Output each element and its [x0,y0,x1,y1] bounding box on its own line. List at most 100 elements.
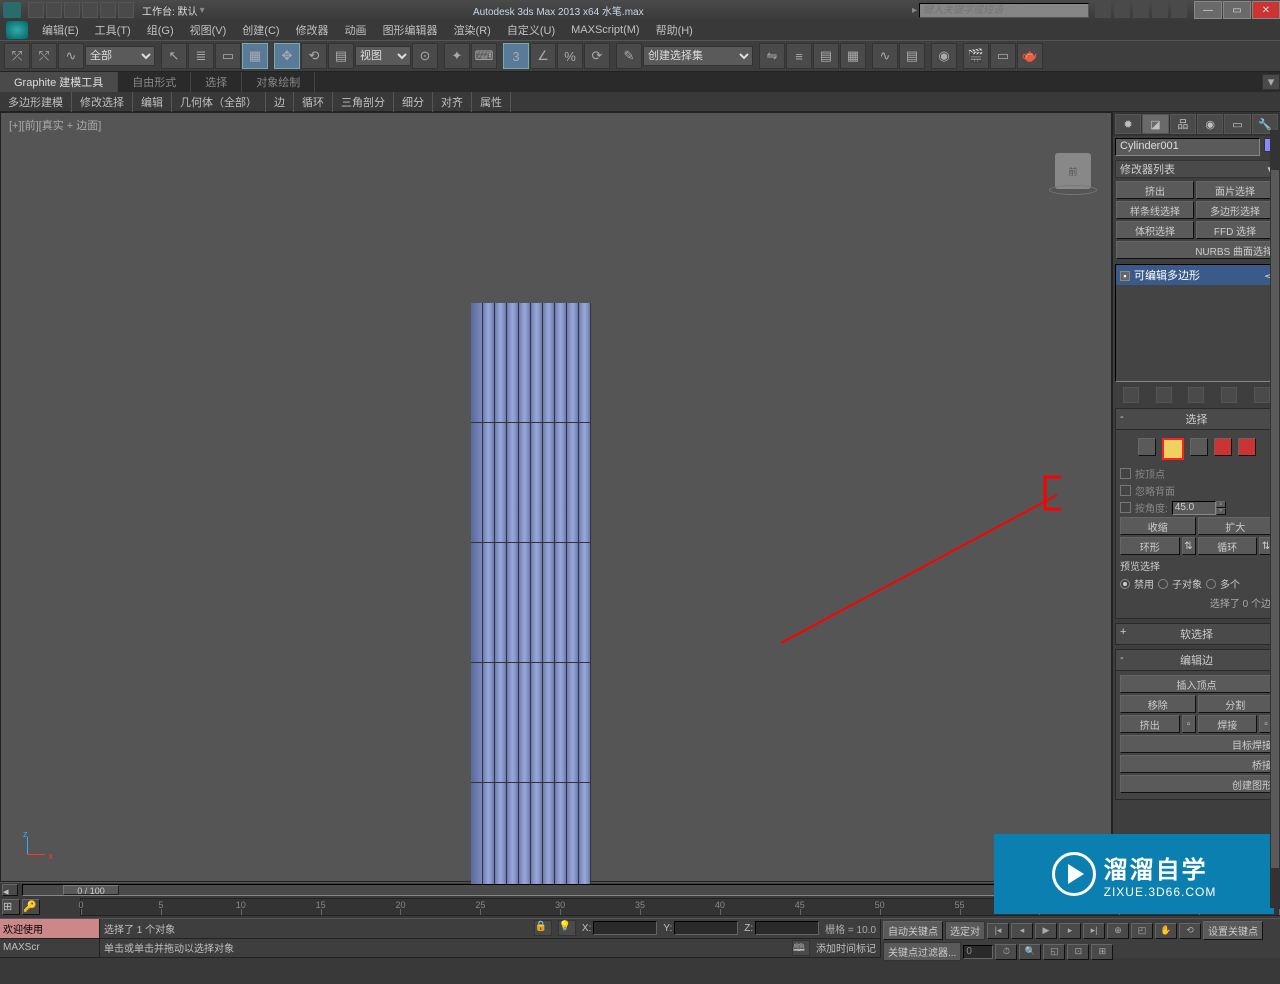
time-tag-icon[interactable]: 🕮 [792,940,810,956]
unlink-icon[interactable]: ⤲ [31,43,57,69]
hierarchy-tab-icon[interactable]: 品 [1170,114,1196,134]
radio-off[interactable] [1120,579,1130,589]
qat-save-icon[interactable] [64,2,80,18]
qat-redo-icon[interactable] [100,2,116,18]
keyboard-shortcut-icon[interactable]: ⌨ [471,43,497,69]
stack-editable-poly[interactable]: ▪可编辑多边形 ◅ [1116,265,1277,285]
insert-vertex-button[interactable]: 插入顶点 [1120,675,1273,693]
use-pivot-icon[interactable]: ⊙ [412,43,438,69]
menu-help[interactable]: 帮助(H) [648,20,701,40]
coord-z-input[interactable] [755,921,819,935]
target-weld-button[interactable]: 目标焊接 [1120,735,1273,753]
modify-tab-icon[interactable]: ◪ [1142,114,1168,134]
subscription-icon[interactable] [1095,2,1111,18]
viewport-nav1-icon[interactable]: ⊕ [1107,923,1129,939]
menu-group[interactable]: 组(G) [139,20,182,40]
percent-snap-icon[interactable]: % [557,43,583,69]
move-icon[interactable]: ✥ [274,43,300,69]
favorites-icon[interactable] [1133,2,1149,18]
ribbon-subdiv[interactable]: 细分 [394,92,433,112]
mod-btn-extrude[interactable]: 挤出 [1116,181,1194,199]
qat-new-icon[interactable] [28,2,44,18]
border-mode-button[interactable] [1190,438,1208,456]
named-selection-dropdown[interactable]: 创建选择集 [643,46,753,66]
maxscript-listener[interactable]: MAXScr [0,939,99,959]
selection-filter-dropdown[interactable]: 全部 [85,46,155,66]
set-key-button[interactable]: 设置关键点 [1203,921,1263,940]
select-object-icon[interactable]: ↖ [161,43,187,69]
exchange-icon[interactable] [1114,2,1130,18]
remove-modifier-icon[interactable] [1221,387,1237,403]
modifier-stack[interactable]: ▪可编辑多边形 ◅ [1115,264,1278,382]
select-link-icon[interactable]: ⤱ [4,43,30,69]
sel-locked-dropdown[interactable]: 选定对 [945,921,985,940]
graphite-toggle-icon[interactable]: ▦ [840,43,866,69]
app-icon[interactable] [3,2,21,18]
display-tab-icon[interactable]: ▭ [1224,114,1250,134]
ribbon-tab-paint[interactable]: 对象绘制 [242,72,315,92]
trackbar-key-icon[interactable]: 🔑 [22,899,40,915]
ribbon-poly-model[interactable]: 多边形建模 [0,92,72,112]
ribbon-modify-sel[interactable]: 修改选择 [72,92,133,112]
search-chevron-icon[interactable]: ▸ [912,5,917,16]
qat-project-icon[interactable] [118,2,134,18]
play-icon[interactable]: ▶ [1035,923,1057,939]
curve-editor-icon[interactable]: ∿ [872,43,898,69]
show-end-result-icon[interactable] [1156,387,1172,403]
object-name-field[interactable]: Cylinder001 [1115,138,1260,156]
by-angle-checkbox[interactable] [1120,502,1131,513]
rotate-icon[interactable]: ⟲ [301,43,327,69]
rect-select-icon[interactable]: ▭ [215,43,241,69]
snap-toggle-icon[interactable]: 3 [503,43,529,69]
viewport-nav7-icon[interactable]: ⊡ [1067,944,1089,960]
ribbon-tab-graphite[interactable]: Graphite 建模工具 [0,72,118,92]
mod-btn-ffd-sel[interactable]: FFD 选择 [1196,221,1274,239]
ring-button[interactable]: 环形 [1120,537,1180,555]
edge-mode-button[interactable] [1162,438,1184,460]
scale-icon[interactable]: ▤ [328,43,354,69]
help-icon[interactable] [1152,2,1168,18]
menu-customize[interactable]: 自定义(U) [499,20,563,40]
viewcube[interactable]: 前 [1055,153,1091,189]
goto-start-icon[interactable]: |◂ [987,923,1009,939]
ribbon-edges[interactable]: 边 [266,92,294,112]
prev-frame-icon[interactable]: ◂ [1011,923,1033,939]
loop-button[interactable]: 循环 [1198,537,1258,555]
layers-icon[interactable]: ▤ [813,43,839,69]
ribbon-tab-selection[interactable]: 选择 [191,72,242,92]
coord-x-input[interactable] [593,921,657,935]
weld-button[interactable]: 焊接 [1198,715,1258,733]
application-button[interactable] [6,21,28,39]
viewport-nav4-icon[interactable]: ⟲ [1179,923,1201,939]
mod-btn-nurbs[interactable]: NURBS 曲面选择 [1116,241,1274,259]
ring-spin-icon[interactable]: ⇅ [1182,537,1196,555]
vertex-mode-button[interactable] [1138,438,1156,456]
spin-down-icon[interactable]: ▾ [1216,508,1226,515]
current-frame-input[interactable] [963,945,993,959]
help-arrow-icon[interactable] [1171,2,1187,18]
rollout-edit-edges-header[interactable]: -编辑边 [1115,649,1278,671]
create-shape-button[interactable]: 创建图形 [1120,775,1273,793]
configure-sets-icon[interactable] [1254,387,1270,403]
next-frame-icon[interactable]: ▸ [1059,923,1081,939]
mod-btn-spline-sel[interactable]: 样条线选择 [1116,201,1194,219]
auto-key-button[interactable]: 自动关键点 [883,921,943,940]
schematic-view-icon[interactable]: ▤ [899,43,925,69]
material-editor-icon[interactable]: ◉ [931,43,957,69]
polygon-mode-button[interactable] [1214,438,1232,456]
select-manipulate-icon[interactable]: ✦ [444,43,470,69]
timeslider-left-icon[interactable]: ◂ [2,884,18,896]
spin-up-icon[interactable]: ▴ [1216,501,1226,508]
mod-btn-poly-sel[interactable]: 多边形选择 [1196,201,1274,219]
coord-y-input[interactable] [674,921,738,935]
ribbon-loops[interactable]: 循环 [294,92,333,112]
menu-maxscript[interactable]: MAXScript(M) [563,22,647,38]
ribbon-minimize-icon[interactable]: ▾ [1262,74,1280,90]
viewport-nav6-icon[interactable]: ◱ [1043,944,1065,960]
menu-create[interactable]: 创建(C) [234,20,287,40]
viewport-front[interactable]: [+][前][真实 + 边面] 前 z x [0,112,1112,882]
goto-end-icon[interactable]: ▸| [1083,923,1105,939]
welcome-button[interactable]: 欢迎使用 [0,919,99,939]
motion-tab-icon[interactable]: ◉ [1197,114,1223,134]
by-vertex-checkbox[interactable] [1120,468,1131,479]
